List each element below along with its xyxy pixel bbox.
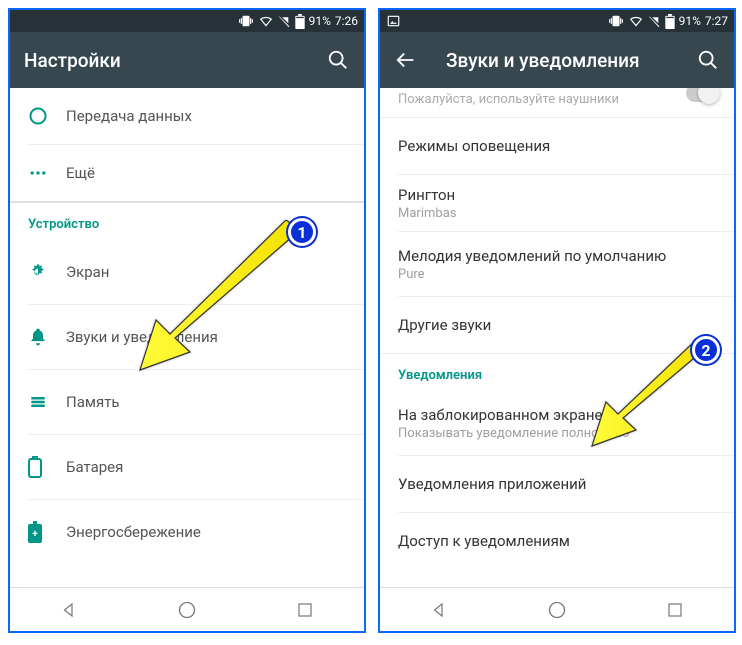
image-icon (386, 14, 401, 28)
clock: 7:27 (705, 14, 728, 28)
nav-back[interactable] (56, 597, 82, 623)
more-icon (28, 163, 48, 183)
sounds-list: Пожалуйста, используйте наушники Режимы … (380, 88, 734, 587)
item-sublabel: Marimbas (398, 206, 716, 221)
no-sim-icon (278, 14, 291, 28)
app-bar: Настройки (10, 32, 364, 88)
item-sublabel: Пожалуйста, используйте наушники (398, 92, 716, 107)
battery-percent: 91% (309, 14, 331, 28)
status-bar: 91% 7:26 (10, 10, 364, 32)
battery-icon (295, 14, 305, 29)
item-data-usage[interactable]: Передача данных (10, 88, 364, 144)
annotation-arrow-1 (120, 220, 320, 380)
nav-home[interactable] (544, 597, 570, 623)
annotation-badge-2: 2 (692, 336, 720, 364)
status-bar: 91% 7:27 (380, 10, 734, 32)
vibrate-icon (238, 14, 254, 28)
nav-bar (10, 587, 364, 631)
search-icon[interactable] (696, 48, 720, 72)
item-label: Энергосбережение (66, 523, 346, 541)
nav-bar (380, 587, 734, 631)
item-sublabel: Pure (398, 267, 716, 282)
toggle-switch[interactable] (686, 88, 720, 102)
phone-sounds: 91% 7:27 Звуки и уведомления Пожалуйста,… (378, 8, 736, 633)
bell-icon (28, 327, 48, 347)
item-notification-access[interactable]: Доступ к уведомлениям (380, 513, 734, 569)
svg-text:+: + (32, 529, 38, 540)
item-label: Режимы оповещения (398, 137, 716, 155)
item-ringtone[interactable]: Рингтон Marimbas (380, 175, 734, 231)
item-alert-modes[interactable]: Режимы оповещения (380, 118, 734, 174)
item-default-notification-sound[interactable]: Мелодия уведомлений по умолчанию Pure (380, 232, 734, 296)
item-label: Доступ к уведомлениям (398, 532, 716, 550)
item-label: Батарея (66, 458, 346, 476)
clock: 7:26 (335, 14, 358, 28)
item-label: Рингтон (398, 186, 716, 204)
search-icon[interactable] (326, 48, 350, 72)
page-title: Настройки (24, 49, 298, 72)
item-label: Ещё (66, 164, 346, 182)
display-icon (28, 262, 48, 282)
page-title: Звуки и уведомления (446, 49, 668, 72)
wifi-icon (258, 14, 274, 28)
nav-recent[interactable] (292, 597, 318, 623)
item-power-saving[interactable]: + Энергосбережение (10, 500, 364, 564)
power-icon: + (28, 521, 42, 543)
item-more[interactable]: Ещё (10, 145, 364, 201)
nav-home[interactable] (174, 597, 200, 623)
app-bar: Звуки и уведомления (380, 32, 734, 88)
wifi-icon (628, 14, 644, 28)
item-label: Память (66, 393, 346, 411)
item-label: Мелодия уведомлений по умолчанию (398, 247, 716, 265)
item-label: Другие звуки (398, 316, 716, 334)
no-sim-icon (648, 14, 661, 28)
item-battery[interactable]: Батарея (10, 435, 364, 499)
memory-icon (28, 392, 48, 412)
back-icon[interactable] (394, 48, 418, 72)
item-app-notifications[interactable]: Уведомления приложений (380, 456, 734, 512)
annotation-badge-1: 1 (288, 218, 316, 246)
item-label: Передача данных (66, 107, 346, 125)
vibrate-icon (608, 14, 624, 28)
battery-percent: 91% (679, 14, 701, 28)
item-headphones-partial[interactable]: Пожалуйста, используйте наушники (380, 88, 734, 118)
item-label: Уведомления приложений (398, 475, 716, 493)
battery-icon (28, 456, 42, 478)
nav-recent[interactable] (662, 597, 688, 623)
data-usage-icon (28, 106, 48, 126)
battery-icon (665, 14, 675, 29)
nav-back[interactable] (426, 597, 452, 623)
